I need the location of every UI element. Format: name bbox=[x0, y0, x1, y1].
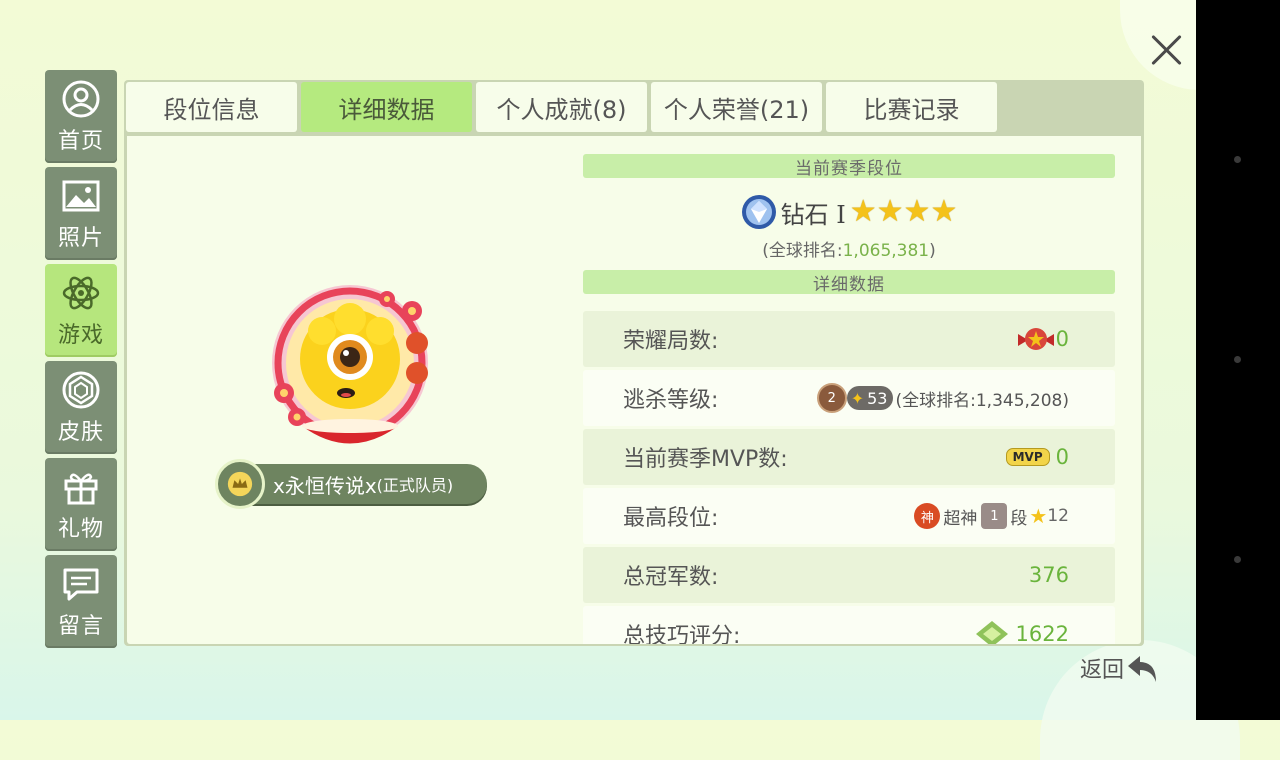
sidebar-item-home[interactable]: 首页 bbox=[45, 70, 117, 163]
sidebar-item-messages[interactable]: 留言 bbox=[45, 555, 117, 648]
mvp-count-value: 0 bbox=[1055, 445, 1069, 469]
sidebar-item-label: 首页 bbox=[57, 128, 104, 154]
sidebar-item-photos[interactable]: 照片 bbox=[45, 167, 117, 260]
stat-row-championships: 总冠军数: 376 bbox=[583, 547, 1115, 603]
tier-rank-icon: 1 bbox=[981, 503, 1008, 529]
player-avatar[interactable] bbox=[262, 281, 442, 466]
season-global-rank: (全球排名:1,065,381) bbox=[762, 241, 936, 261]
diamond-rank-icon bbox=[741, 195, 776, 229]
tab-honors[interactable]: 个人荣誉(21) bbox=[651, 82, 822, 132]
trophy-icon: ✦ bbox=[850, 388, 865, 408]
system-nav-bar bbox=[1196, 0, 1280, 720]
stat-row-mvp: 当前赛季MVP数: MVP 0 bbox=[583, 429, 1115, 485]
tab-achievements[interactable]: 个人成就(8) bbox=[476, 82, 647, 132]
player-role: (正式队员) bbox=[376, 476, 454, 495]
highest-rank-b: 段 bbox=[1010, 508, 1028, 529]
skill-score-value: 1622 bbox=[1015, 622, 1069, 644]
player-name-plate: x永恒传说x (正式队员) bbox=[215, 459, 487, 509]
stat-row-escape-level: 逃杀等级: 2 ✦ 53 (全球排名:1,345,208) bbox=[583, 370, 1115, 426]
tab-detailed-data[interactable]: 详细数据 bbox=[301, 82, 472, 132]
nav-dot[interactable] bbox=[1234, 356, 1241, 363]
atom-icon bbox=[62, 276, 100, 309]
star-icon: ★ bbox=[1029, 504, 1048, 528]
tab-rank-info[interactable]: 段位信息 bbox=[126, 82, 297, 132]
escape-level-pill: ✦ 53 bbox=[846, 386, 894, 410]
glory-emblem-icon bbox=[1017, 328, 1054, 350]
back-label: 返回 bbox=[1080, 658, 1125, 683]
nav-dot[interactable] bbox=[1234, 156, 1241, 163]
tab-content: x永恒传说x (正式队员) 当前赛季段位 钻石 I ★ ★ ★ ★ (全球排名:… bbox=[127, 136, 1141, 644]
details-header: 详细数据 bbox=[583, 270, 1115, 295]
sidebar-item-label: 留言 bbox=[57, 613, 104, 639]
season-rank-name: 钻石 I bbox=[780, 200, 846, 229]
star-icon: ★ bbox=[849, 194, 877, 229]
tab-match-history[interactable]: 比赛记录 bbox=[826, 82, 997, 132]
message-icon bbox=[63, 568, 99, 600]
gift-icon bbox=[64, 473, 98, 504]
sidebar-item-label: 皮肤 bbox=[57, 419, 104, 445]
sidebar-item-label: 礼物 bbox=[57, 516, 104, 542]
star-icon: ★ bbox=[876, 194, 904, 229]
gem-icon bbox=[62, 371, 100, 408]
sidebar-item-label: 照片 bbox=[57, 225, 104, 251]
sidebar-item-label: 游戏 bbox=[57, 322, 104, 348]
sidebar: 首页 照片 游戏 皮肤 礼物 留言 bbox=[45, 70, 117, 652]
sidebar-item-skins[interactable]: 皮肤 bbox=[45, 361, 117, 454]
profile-icon bbox=[62, 80, 100, 117]
main-panel: 段位信息 详细数据 个人成就(8) 个人荣誉(21) 比赛记录 x永恒传说x (… bbox=[124, 80, 1144, 646]
glory-games-value: 0 bbox=[1055, 327, 1069, 351]
back-button[interactable]: 返回 bbox=[1080, 650, 1160, 686]
star-icon: ★ bbox=[930, 194, 958, 229]
stats-list: 荣耀局数: 0 逃杀等级: 2 ✦ 53 (全球排名:1,345,208) 当前… bbox=[583, 311, 1115, 644]
highest-rank-stars: 12 bbox=[1047, 506, 1069, 526]
tab-bar: 段位信息 详细数据 个人成就(8) 个人荣誉(21) 比赛记录 bbox=[126, 82, 1001, 134]
star-icon: ★ bbox=[903, 194, 931, 229]
stat-row-skill-score: 总技巧评分: 1622 bbox=[583, 606, 1115, 644]
championships-value: 376 bbox=[1028, 563, 1069, 587]
skill-emblem-icon bbox=[975, 621, 1008, 644]
sidebar-item-game[interactable]: 游戏 bbox=[45, 264, 117, 357]
stat-row-highest-rank: 最高段位: 神 超神 1 段 ★ 12 bbox=[583, 488, 1115, 544]
player-name: x永恒传说x bbox=[273, 473, 377, 498]
highest-rank-a: 超神 bbox=[943, 508, 978, 529]
season-rank-header: 当前赛季段位 bbox=[583, 154, 1115, 179]
nav-dot[interactable] bbox=[1234, 556, 1241, 563]
escape-global-rank: (全球排名:1,345,208) bbox=[895, 390, 1069, 411]
global-rank-value: 1,065,381 bbox=[842, 241, 930, 261]
stat-row-glory-games: 荣耀局数: 0 bbox=[583, 311, 1115, 367]
sidebar-item-gifts[interactable]: 礼物 bbox=[45, 458, 117, 551]
back-arrow-icon bbox=[1128, 656, 1157, 682]
avatar-frame-icon bbox=[272, 285, 428, 444]
close-button[interactable] bbox=[1144, 28, 1188, 72]
supreme-rank-icon: 神 bbox=[914, 503, 941, 529]
crown-badge-icon bbox=[215, 459, 265, 509]
photo-icon bbox=[62, 180, 100, 211]
season-rank: 钻石 I ★ ★ ★ ★ bbox=[583, 194, 1115, 230]
mvp-badge-icon: MVP bbox=[1005, 448, 1050, 466]
medal-icon: 2 bbox=[816, 383, 847, 413]
